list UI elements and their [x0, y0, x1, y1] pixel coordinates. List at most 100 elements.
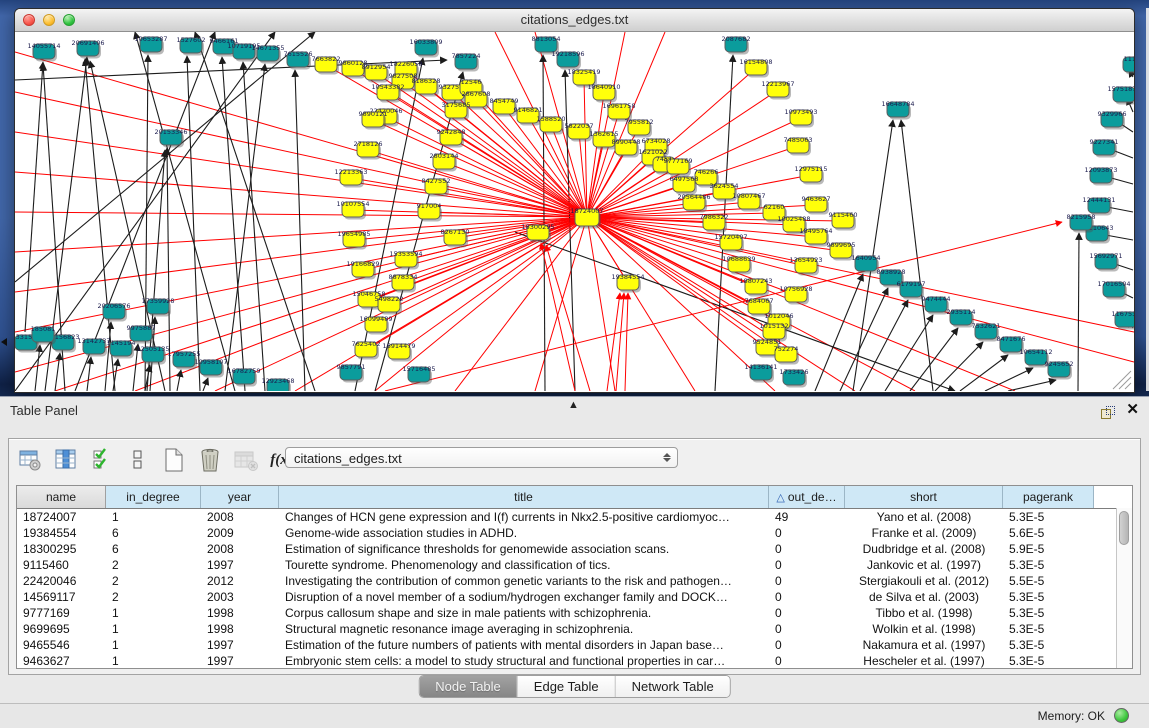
graph-node[interactable]: 18807243: [739, 277, 772, 297]
memory-status-indicator[interactable]: [1114, 708, 1129, 723]
graph-node[interactable]: 17359928: [141, 297, 174, 317]
resize-grip-icon[interactable]: [1125, 383, 1131, 389]
table-row[interactable]: 1456911722003Disruption of a novel membe…: [17, 589, 1132, 605]
graph-node[interactable]: 3175685: [442, 101, 471, 121]
column-header-name[interactable]: name: [17, 486, 106, 508]
table-row[interactable]: 946554611997Estimation of the future num…: [17, 637, 1132, 653]
graph-node[interactable]: 12213967: [761, 80, 794, 100]
graph-node[interactable]: 2718126: [354, 140, 383, 160]
graph-node[interactable]: 7986322: [700, 213, 729, 233]
graph-node[interactable]: 10543382: [371, 83, 404, 103]
select-rows-button[interactable]: [88, 447, 115, 474]
graph-node[interactable]: 7663822: [312, 55, 341, 75]
graph-node[interactable]: 20564486: [677, 193, 710, 213]
graph-node[interactable]: 7485063: [784, 136, 813, 156]
tab-network-table[interactable]: Network Table: [616, 676, 730, 697]
graph-node[interactable]: 2087682: [722, 35, 751, 55]
graph-node[interactable]: 12975115: [794, 165, 827, 185]
table-scrollbar-thumb[interactable]: [1119, 511, 1129, 545]
table-select-dropdown[interactable]: citations_edges.txt: [285, 447, 678, 468]
graph-node[interactable]: 7615526: [284, 50, 313, 70]
table-row[interactable]: 969969511998Structural magnetic resonanc…: [17, 621, 1132, 637]
window-titlebar[interactable]: citations_edges.txt: [15, 9, 1134, 32]
column-header-short[interactable]: short: [845, 486, 1003, 508]
graph-node[interactable]: 13654923: [789, 256, 822, 276]
table-row[interactable]: 946362711997Embryonic stem cells: a mode…: [17, 653, 1132, 669]
graph-node[interactable]: 5498222: [375, 295, 404, 315]
graph-node[interactable]: 6497568: [670, 175, 699, 195]
stacked-squares-button[interactable]: [124, 447, 151, 474]
resize-grip-icon[interactable]: [1119, 377, 1131, 389]
graph-node[interactable]: 15751874: [1107, 85, 1134, 105]
table-row[interactable]: 911546021997Tourette syndrome. Phenomeno…: [17, 557, 1132, 573]
graph-node[interactable]: 19654985: [337, 230, 370, 250]
table-row[interactable]: 2242004622012Investigating the contribut…: [17, 573, 1132, 589]
graph-node[interactable]: 2803144: [430, 152, 459, 172]
table-settings-button[interactable]: [16, 447, 43, 474]
graph-node[interactable]: 10688639: [722, 255, 755, 275]
graph-node[interactable]: 8912954: [362, 63, 391, 83]
column-header-out_de[interactable]: △out_de…: [769, 486, 845, 508]
table-scrollbar[interactable]: [1116, 508, 1132, 668]
graph-node[interactable]: 9245652: [1045, 360, 1074, 380]
delete-button[interactable]: [196, 447, 223, 474]
graph-node[interactable]: 15692971: [1089, 252, 1122, 272]
graph-node[interactable]: 9329966: [1098, 110, 1127, 130]
graph-node[interactable]: 14055714: [27, 42, 60, 62]
table-row[interactable]: 1830029562008Estimation of significance …: [17, 541, 1132, 557]
graph-node[interactable]: 15720407: [714, 233, 747, 253]
tab-edge-table[interactable]: Edge Table: [518, 676, 616, 697]
graph-node[interactable]: 1527602: [177, 36, 206, 56]
graph-node[interactable]: 16033809: [409, 38, 442, 58]
graph-node[interactable]: 12213363: [334, 168, 367, 188]
graph-node[interactable]: 12923468: [261, 377, 294, 391]
close-icon[interactable]: ✕: [1126, 402, 1139, 418]
graph-node[interactable]: 16914479: [382, 342, 415, 362]
graph-node[interactable]: 19384554: [611, 273, 644, 293]
graph-node[interactable]: 8990448: [612, 138, 641, 158]
graph-node[interactable]: 185081: [31, 325, 56, 345]
graph-node[interactable]: 19218596: [551, 50, 584, 70]
graph-node[interactable]: 8267130: [441, 228, 470, 248]
graph-node[interactable]: 16099489: [359, 315, 392, 335]
graph-node[interactable]: 10653287: [134, 35, 167, 55]
graph-node[interactable]: 12505135: [136, 345, 169, 365]
new-document-button[interactable]: [160, 447, 187, 474]
graph-node[interactable]: 9463627: [802, 195, 831, 215]
graph-node[interactable]: 11122: [1123, 55, 1134, 75]
column-header-title[interactable]: title: [279, 486, 769, 508]
graph-node[interactable]: 9227341: [1090, 138, 1119, 158]
graph-node[interactable]: 10107554: [336, 200, 369, 220]
graph-node[interactable]: 18640910: [587, 83, 620, 103]
graph-node[interactable]: 9857791: [337, 363, 366, 383]
graph-node[interactable]: 9115460: [829, 211, 858, 231]
float-window-icon[interactable]: [1101, 406, 1115, 419]
tab-node-table[interactable]: Node Table: [419, 676, 518, 697]
graph-node[interactable]: 1167533: [1112, 310, 1134, 330]
column-header-in_degree[interactable]: in_degree: [106, 486, 201, 508]
graph-node[interactable]: 10756928: [779, 285, 812, 305]
graph-node[interactable]: 15353594: [389, 250, 422, 270]
graph-node[interactable]: 7625402: [352, 340, 381, 360]
panel-collapse-arrow-icon[interactable]: [1, 338, 7, 346]
network-view-canvas[interactable]: 1872400798601288912954182260589827508818…: [15, 32, 1134, 391]
table-row[interactable]: 1938455462009Genome-wide association stu…: [17, 525, 1132, 541]
graph-node[interactable]: 7857224: [452, 52, 481, 72]
memory-status-label[interactable]: Memory: OK: [1038, 709, 1105, 723]
graph-node[interactable]: 7955812: [625, 118, 654, 138]
table-row[interactable]: 977716911998Corpus callosum shape and si…: [17, 605, 1132, 621]
graph-node[interactable]: 14136141: [744, 363, 777, 383]
graph-node[interactable]: 917004: [417, 202, 442, 222]
graph-node[interactable]: 15716485: [402, 365, 435, 385]
graph-node[interactable]: 9890121: [359, 110, 388, 130]
graph-node[interactable]: 8427552: [422, 177, 451, 197]
table-row[interactable]: 1872400712008Changes of HCN gene express…: [17, 509, 1132, 525]
graph-node[interactable]: 1733426: [780, 368, 809, 388]
graph-node[interactable]: 10807467: [732, 192, 765, 212]
graph-node[interactable]: 19166829: [346, 260, 379, 280]
graph-node[interactable]: 20206576: [97, 302, 130, 322]
column-header-year[interactable]: year: [201, 486, 279, 508]
graph-node[interactable]: 20691406: [71, 39, 104, 59]
column-header-pagerank[interactable]: pagerank: [1003, 486, 1094, 508]
graph-node[interactable]: 752274: [774, 345, 799, 365]
